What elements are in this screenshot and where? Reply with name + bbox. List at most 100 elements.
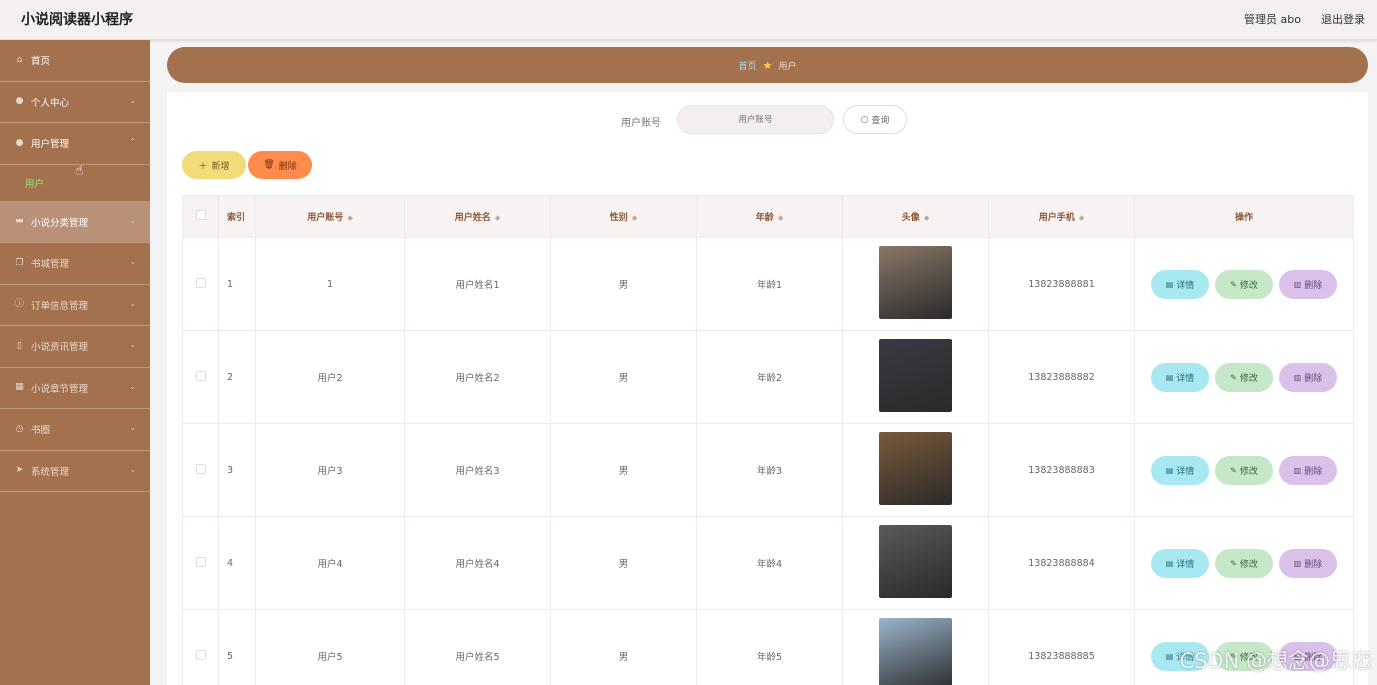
cell-phone: 13823888882 xyxy=(988,330,1135,424)
search-input[interactable] xyxy=(677,105,834,134)
sidebar-item-label: 小说章节管理 xyxy=(31,383,89,395)
star-icon: ★ xyxy=(762,58,773,72)
user-table: 索引 用户账号 ◆ 用户姓名 ◆ 性别 ◆ 年龄 ◆ 头像 ◆ 用户手机 ◆ 操作 1 1 用户… xyxy=(182,195,1354,685)
row-checkbox[interactable] xyxy=(195,556,206,567)
cell-name: 用户姓名1 xyxy=(404,237,551,331)
document-icon: ▤ xyxy=(1165,558,1174,568)
sidebar-item-orders[interactable]: ⓘ 订单信息管理 ⌄ xyxy=(0,285,150,326)
edit-button[interactable]: ✎ 修改 xyxy=(1215,362,1273,392)
cell-avatar xyxy=(842,423,989,517)
header-account-label: 用户账号 xyxy=(307,213,344,223)
header-account[interactable]: 用户账号 ◆ xyxy=(255,195,405,238)
sidebar-item-chapters[interactable]: ▦ 小说章节管理 ⌄ xyxy=(0,368,150,409)
cell-age: 年龄1 xyxy=(696,237,843,331)
table-row: 2 用户2 用户姓名2 男年龄2 13823888882 ▤ 详情 ✎ 修改 ▥ 删除 xyxy=(182,330,1354,424)
avatar[interactable] xyxy=(879,246,952,319)
search-icon: ○ xyxy=(860,114,869,125)
header-gender[interactable]: 性别 ◆ xyxy=(550,195,697,238)
cell-phone: 13823888883 xyxy=(988,423,1135,517)
edit-button[interactable]: ✎ 修改 xyxy=(1215,269,1273,299)
cell-age: 年龄3 xyxy=(696,423,843,517)
breadcrumb-home[interactable]: 首页 xyxy=(739,59,757,72)
bulk-delete-button[interactable]: 🗑 删除 xyxy=(248,151,312,179)
sidebar-item-profile[interactable]: ● 个人中心 ⌄ xyxy=(0,82,150,123)
edit-button[interactable]: ✎ 修改 xyxy=(1215,548,1273,578)
header-name[interactable]: 用户姓名 ◆ xyxy=(404,195,551,238)
mouse-cursor-icon: ☝ xyxy=(75,163,84,179)
header-phone-label: 用户手机 xyxy=(1038,213,1075,223)
chevron-down-icon: ⌄ xyxy=(129,464,136,474)
cell-phone: 13823888884 xyxy=(988,516,1135,610)
add-button[interactable]: ＋ 新增 xyxy=(182,151,246,179)
row-checkbox[interactable] xyxy=(195,649,206,660)
cell-age: 年龄5 xyxy=(696,609,843,685)
cell-index: 1 xyxy=(218,237,256,331)
avatar[interactable] xyxy=(879,432,952,505)
cell-avatar xyxy=(842,237,989,331)
sidebar-item-novel-category[interactable]: ▬ 小说分类管理 ⌄ xyxy=(0,201,150,243)
trash-icon: 🗑 xyxy=(263,160,275,170)
edit-label: 修改 xyxy=(1239,280,1258,291)
detail-button[interactable]: ▤ 详情 xyxy=(1151,548,1209,578)
avatar[interactable] xyxy=(879,525,952,598)
header-avatar-label: 头像 xyxy=(901,213,920,223)
row-select-cell xyxy=(182,516,219,610)
header-age-label: 年龄 xyxy=(755,213,774,223)
cell-gender: 男 xyxy=(550,516,697,610)
row-checkbox[interactable] xyxy=(195,277,206,288)
detail-label: 详情 xyxy=(1176,373,1195,384)
row-checkbox[interactable] xyxy=(195,463,206,474)
delete-button[interactable]: ▥ 删除 xyxy=(1279,548,1337,578)
document-icon: ▤ xyxy=(1165,279,1174,289)
cell-account: 用户3 xyxy=(255,423,405,517)
cell-avatar xyxy=(842,516,989,610)
table-row: 4 用户4 用户姓名4 男年龄4 13823888884 ▤ 详情 ✎ 修改 ▥ 删除 xyxy=(182,516,1354,610)
briefcase-icon: ▬ xyxy=(15,216,24,227)
detail-button[interactable]: ▤ 详情 xyxy=(1151,269,1209,299)
cell-name: 用户姓名2 xyxy=(404,330,551,424)
cell-name: 用户姓名5 xyxy=(404,609,551,685)
delete-button[interactable]: ▥ 删除 xyxy=(1279,362,1337,392)
sidebar-item-news[interactable]: ▯ 小说资讯管理 ⌄ xyxy=(0,326,150,368)
header-age[interactable]: 年龄 ◆ xyxy=(696,195,843,238)
sort-icon: ◆ xyxy=(777,214,784,222)
cell-phone: 13823888881 xyxy=(988,237,1135,331)
sidebar-item-bookstore[interactable]: ❐ 书城管理 ⌄ xyxy=(0,243,150,285)
delete-button[interactable]: ▥ 删除 xyxy=(1279,269,1337,299)
clock-icon: ◷ xyxy=(15,423,24,434)
detail-button[interactable]: ▤ 详情 xyxy=(1151,455,1209,485)
cell-ops: ▤ 详情 ✎ 修改 ▥ 删除 xyxy=(1134,516,1354,610)
select-all-checkbox[interactable] xyxy=(195,210,206,220)
cell-phone: 13823888885 xyxy=(988,609,1135,685)
logout-link[interactable]: 退出登录 xyxy=(1321,11,1365,27)
cell-age: 年龄2 xyxy=(696,330,843,424)
sidebar-item-home[interactable]: ⌂ 首页 xyxy=(0,40,150,82)
avatar[interactable] xyxy=(879,618,952,685)
cell-age: 年龄4 xyxy=(696,516,843,610)
cell-gender: 男 xyxy=(550,237,697,331)
chevron-down-icon: ⌄ xyxy=(129,340,136,349)
row-select-cell xyxy=(182,237,219,331)
header-avatar[interactable]: 头像 ◆ xyxy=(842,195,989,238)
edit-button[interactable]: ✎ 修改 xyxy=(1215,455,1273,485)
delete-button[interactable]: ▥ 删除 xyxy=(1279,455,1337,485)
avatar[interactable] xyxy=(879,339,952,412)
detail-button[interactable]: ▤ 详情 xyxy=(1151,362,1209,392)
cell-account: 用户5 xyxy=(255,609,405,685)
header-phone[interactable]: 用户手机 ◆ xyxy=(988,195,1135,238)
cell-name: 用户姓名4 xyxy=(404,516,551,610)
sidebar-item-system[interactable]: ➤ 系统管理 ⌄ xyxy=(0,451,150,492)
search-button[interactable]: ○ 查询 xyxy=(843,105,907,134)
sidebar-item-label: 书圈 xyxy=(31,425,51,437)
row-checkbox[interactable] xyxy=(195,370,206,381)
cell-avatar xyxy=(842,609,989,685)
header-ops: 操作 xyxy=(1134,195,1354,238)
main-content: 用户账号 ○ 查询 ＋ 新增 🗑 删除 索引 用户账号◆ 用户姓名◆ 性别◆ 年… xyxy=(167,92,1368,685)
detail-label: 详情 xyxy=(1176,280,1195,291)
delete-label: 删除 xyxy=(1304,466,1323,477)
sidebar-item-book-circle[interactable]: ◷ 书圈 ⌄ xyxy=(0,409,150,451)
sidebar-item-user-management[interactable]: ● 用户管理 ⌃ xyxy=(0,123,150,165)
current-user: 管理员 abo xyxy=(1244,13,1301,26)
document-icon: ▤ xyxy=(1165,372,1174,382)
cell-index: 3 xyxy=(218,423,256,517)
